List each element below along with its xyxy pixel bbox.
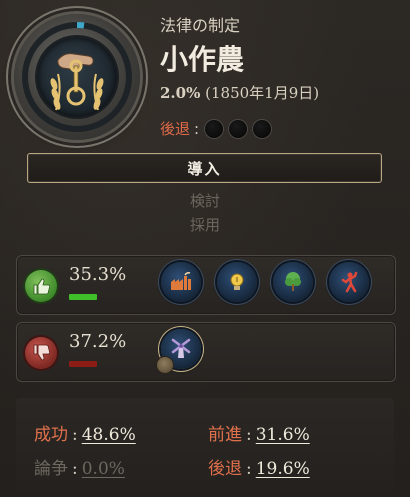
law-category: 法律の制定	[160, 16, 241, 35]
industrialists-icon[interactable]	[161, 262, 201, 302]
success-value: 48.6%	[81, 425, 136, 445]
enact-button[interactable]: 導入	[27, 153, 382, 183]
supporter-groups	[161, 262, 385, 302]
opponents-bar	[69, 361, 97, 367]
enactment-odds: 成功:48.6% 前進:31.6% 論争:0.0% 後退:19.6%	[16, 398, 394, 490]
backsliding-label: 後退	[160, 120, 191, 138]
opponents-percent: 37.2%	[69, 331, 127, 352]
supporters-box: 35.3%	[16, 255, 396, 315]
option-consider[interactable]: 検討	[0, 190, 410, 211]
thumbs-down-icon	[25, 337, 57, 369]
hand-key-icon	[50, 53, 104, 111]
intelligentsia-icon[interactable]	[217, 262, 257, 302]
opponent-groups	[157, 329, 217, 373]
law-enactment-panel: 法律の制定 小作農 2.0% (1850年1月9日) 後退 : 導入 検討 採用…	[0, 0, 410, 497]
backsliding-row: 後退 :	[160, 118, 277, 139]
landowners-icon[interactable]	[157, 329, 201, 373]
supporters-bar	[69, 294, 97, 300]
landowner-badge-icon	[157, 357, 173, 373]
colon: :	[194, 119, 200, 138]
debate-value: 0.0%	[81, 459, 125, 479]
thumbs-up-icon	[25, 270, 57, 302]
backsliding-slot	[229, 119, 248, 138]
supporters-percent: 35.3%	[69, 264, 127, 285]
law-name: 小作農	[160, 43, 245, 76]
rural-folk-icon[interactable]	[273, 262, 313, 302]
stat-backslide: 後退:19.6%	[208, 459, 310, 479]
support-line: 2.0% (1850年1月9日)	[160, 82, 319, 103]
law-emblem	[14, 14, 140, 140]
stat-debate: 論争:0.0%	[34, 459, 125, 479]
trade-unions-icon[interactable]	[329, 262, 369, 302]
support-percent: 2.0%	[160, 84, 201, 102]
backslide-value: 19.6%	[255, 459, 310, 479]
opponents-box: 37.2%	[16, 322, 396, 382]
option-adopt[interactable]: 採用	[0, 214, 410, 235]
backsliding-slot	[253, 119, 272, 138]
stat-advance: 前進:31.6%	[208, 425, 310, 445]
backsliding-slot	[205, 119, 224, 138]
stat-success: 成功:48.6%	[34, 425, 136, 445]
date-text: (1850年1月9日)	[205, 84, 320, 102]
advance-value: 31.6%	[255, 425, 310, 445]
